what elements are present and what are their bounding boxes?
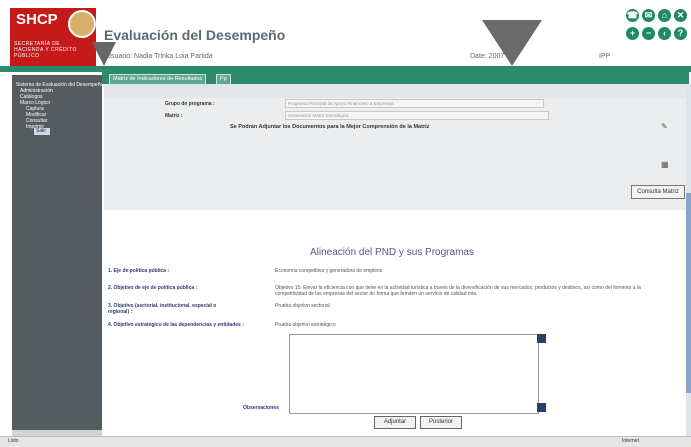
sidebar-item-salir[interactable]: Salir <box>34 128 50 135</box>
scroll-up-icon[interactable] <box>537 334 546 343</box>
eje-politica-label: 1. Eje de política pública : <box>108 268 170 274</box>
status-left: Listo <box>8 438 19 444</box>
scroll-down-icon[interactable] <box>537 403 546 412</box>
date-label: Date: 2007 <box>470 53 505 60</box>
objetivo-sectorial-value: Prueba objetivo sectorial <box>275 303 330 309</box>
mail-icon[interactable]: ✉ <box>642 9 655 22</box>
ipp-label: IPP <box>599 53 611 60</box>
user-label: Usuario: Nadia Trinka Loia Partida <box>106 53 213 60</box>
close-icon[interactable]: ✕ <box>674 9 687 22</box>
observaciones-label: Observaciones <box>243 405 279 411</box>
posterior-button[interactable]: Posterior <box>420 416 462 429</box>
attach-notice: Se Podrán Adjuntar los Documentos para l… <box>230 124 430 130</box>
matriz-label: Matriz : <box>165 113 183 119</box>
phone-icon[interactable]: ☎ <box>626 9 639 22</box>
objetivo-eje-value: Objetivo 15: Elevar la eficiencia con qu… <box>275 285 641 297</box>
objetivo-eje-label: 2. Objetivo de eje de política pública : <box>108 285 198 291</box>
back-icon[interactable]: ‹ <box>658 27 671 40</box>
objetivo-estrategico-value: Prueba objetivo estratégico <box>275 322 336 328</box>
minus-icon[interactable]: − <box>642 27 655 40</box>
adjuntar-button[interactable]: Adjuntar <box>374 416 416 429</box>
logo-subtitle: SECRETARÍA DE HACIENDA Y CRÉDITO PÚBLICO <box>14 41 77 59</box>
section-title: Alineación del PND y sus Programas <box>310 247 474 258</box>
consulta-matriz-button[interactable]: Consulta Matriz <box>631 185 685 199</box>
logo-text: SHCP <box>16 11 58 28</box>
help-icon[interactable]: ? <box>674 27 687 40</box>
eje-politica-value: Economía competitiva y generadora de emp… <box>275 268 383 274</box>
page-scrollbar-thumb[interactable] <box>686 193 691 393</box>
status-right: Internet <box>622 438 639 444</box>
grid-icon[interactable]: ▦ <box>661 160 669 169</box>
objetivo-sectorial-label: 3. Objetivo (sectorial, institucional, e… <box>108 303 217 315</box>
programa-select[interactable]: Programa Principal de Apoyo Financiero a… <box>285 99 544 108</box>
home-icon[interactable]: ⌂ <box>658 9 671 22</box>
programa-label: Grupo de programa : <box>165 101 215 107</box>
matriz-select[interactable]: Generación Matriz Estratégica <box>285 111 549 120</box>
plus-icon[interactable]: + <box>626 27 639 40</box>
sidebar-item-salir-label: Salir <box>36 128 47 134</box>
observaciones-textarea[interactable] <box>289 334 539 414</box>
app-title: Evaluación del Desempeño <box>104 27 286 43</box>
form-header-panel <box>104 84 686 98</box>
attach-icon[interactable]: ✎ <box>661 122 668 131</box>
status-bar: Listo Internet <box>0 436 691 447</box>
objetivo-estrategico-label: 4. Objetivo estratégico de las dependenc… <box>108 322 244 328</box>
national-seal-icon <box>68 10 96 38</box>
sidebar: Sistema de Evaluación del Desempeño Admi… <box>12 75 103 430</box>
